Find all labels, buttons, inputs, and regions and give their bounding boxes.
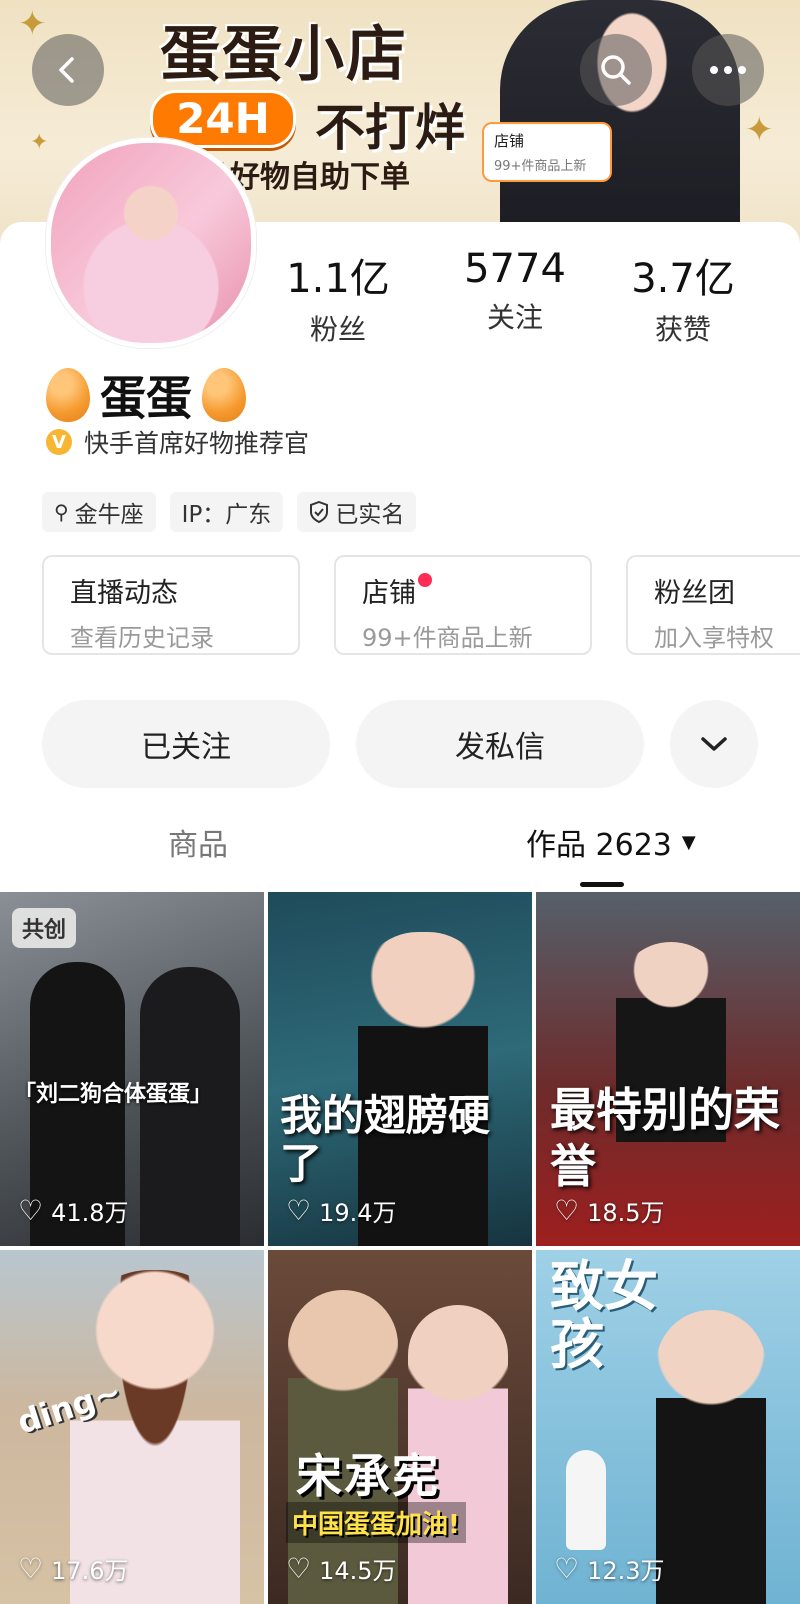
heart-outline-icon: ♡: [286, 1194, 312, 1227]
stat-likes[interactable]: 3.7亿 获赞: [608, 246, 758, 348]
profile-tags: ⚲ 金牛座 IP：广东 已实名: [42, 492, 417, 532]
back-button[interactable]: [32, 34, 104, 106]
video-caption: 我的翅膀硬了: [280, 1091, 491, 1188]
tab-products[interactable]: 商品: [168, 820, 228, 864]
feature-live-history[interactable]: 直播动态 查看历史记录: [42, 555, 300, 655]
stat-fans-label: 粉丝: [309, 313, 366, 346]
more-actions-button[interactable]: [670, 700, 758, 788]
video-tile[interactable]: ding~ ♡ 17.6万: [0, 1250, 264, 1604]
feature-shop[interactable]: 店铺 99+件商品上新: [334, 555, 592, 655]
video-tile[interactable]: 宋承宪 中国蛋蛋加油! ♡ 14.5万: [268, 1250, 532, 1604]
video-likes-count: 41.8万: [51, 1199, 129, 1227]
more-dots-icon: [710, 66, 746, 74]
feature-fan-club[interactable]: 粉丝团 加入享特权: [626, 555, 800, 655]
profile-name: 蛋蛋: [100, 371, 192, 425]
co-create-badge: 共创: [12, 908, 77, 948]
tag-ip-label: IP：广东: [181, 502, 272, 528]
star-decoration-icon: ✦: [18, 4, 47, 44]
feature-shop-subtitle: 99+件商品上新: [362, 624, 533, 652]
star-decoration-icon: ✦: [30, 130, 49, 155]
video-caption: 最特别的荣誉: [550, 1083, 780, 1193]
heart-outline-icon: ♡: [286, 1552, 312, 1585]
search-icon: [601, 55, 631, 85]
tag-verified-identity: 已实名: [297, 492, 417, 532]
verified-badge-icon: V: [46, 429, 72, 455]
banner-shop-tag-title: 店铺: [494, 132, 525, 150]
heart-outline-icon: ♡: [554, 1194, 580, 1227]
video-caption: 「刘二狗合体蛋蛋」: [14, 1082, 213, 1107]
search-button[interactable]: [580, 34, 652, 106]
flower-vase-figure: [566, 1450, 606, 1550]
video-likes: ♡ 12.3万: [554, 1551, 665, 1586]
heart-outline-icon: ♡: [554, 1552, 580, 1585]
heart-outline-icon: ♡: [18, 1194, 44, 1227]
video-tile[interactable]: 共创 「刘二狗合体蛋蛋」 ♡ 41.8万: [0, 892, 264, 1246]
video-caption: 宋承宪: [296, 1449, 440, 1503]
feature-live-subtitle: 查看历史记录: [70, 624, 214, 652]
video-likes: ♡ 19.4万: [286, 1193, 397, 1228]
tag-verified-label: 已实名: [335, 502, 405, 528]
message-button[interactable]: 发私信: [356, 700, 644, 788]
content-tabs: 商品 作品 2623 ▼: [0, 820, 800, 890]
video-tile[interactable]: 致女孩 ♡ 12.3万: [536, 1250, 800, 1604]
tag-ip-location: IP：广东: [169, 492, 284, 532]
stat-following[interactable]: 5774 关注: [440, 246, 590, 336]
tab-works[interactable]: 作品 2623 ▼: [526, 820, 696, 864]
banner-shop-tag-subtitle: 99+件商品上新: [494, 159, 587, 174]
video-likes: ♡ 14.5万: [286, 1551, 397, 1586]
verification-text: 快手首席好物推荐官: [84, 429, 310, 458]
caret-down-icon: ▼: [681, 831, 696, 853]
stat-fans-value: 1.1亿: [286, 256, 390, 302]
more-button[interactable]: [692, 34, 764, 106]
feature-fan-subtitle: 加入享特权: [654, 624, 774, 652]
video-caption-sub: 中国蛋蛋加油!: [286, 1502, 466, 1543]
notification-dot: [418, 573, 432, 587]
avatar[interactable]: [46, 138, 256, 348]
video-likes: ♡ 17.6万: [18, 1551, 129, 1586]
video-tile[interactable]: 我的翅膀硬了 ♡ 19.4万: [268, 892, 532, 1246]
banner-open-text: 不打烊: [315, 99, 465, 157]
chevron-down-icon: [701, 737, 727, 751]
shield-check-icon: [310, 501, 329, 523]
video-likes-count: 19.4万: [319, 1199, 397, 1227]
video-likes-count: 18.5万: [587, 1199, 665, 1227]
egg-emoji-icon: [46, 368, 90, 422]
banner-shop-tag[interactable]: 店铺 99+件商品上新: [482, 122, 612, 182]
video-likes-count: 12.3万: [587, 1557, 665, 1585]
video-caption: 致女孩: [550, 1255, 658, 1376]
verification-row: V 快手首席好物推荐官: [46, 424, 309, 460]
tag-zodiac: ⚲ 金牛座: [42, 492, 156, 532]
active-tab-indicator: [580, 882, 624, 887]
heart-outline-icon: ♡: [18, 1552, 44, 1585]
tag-zodiac-label: 金牛座: [74, 502, 144, 528]
tab-works-label: 作品 2623: [526, 828, 672, 863]
feature-fan-title: 粉丝团: [654, 578, 735, 609]
profile-name-row: 蛋蛋: [46, 362, 246, 428]
zodiac-icon: ⚲: [54, 500, 69, 524]
feature-shop-title: 店铺: [362, 578, 416, 609]
video-likes-count: 14.5万: [319, 1557, 397, 1585]
star-decoration-icon: ✦: [745, 110, 774, 150]
stat-likes-value: 3.7亿: [631, 256, 735, 302]
egg-emoji-icon: [202, 368, 246, 422]
video-tile[interactable]: 最特别的荣誉 ♡ 18.5万: [536, 892, 800, 1246]
stat-following-value: 5774: [464, 246, 566, 292]
video-likes: ♡ 18.5万: [554, 1193, 665, 1228]
stat-fans[interactable]: 1.1亿 粉丝: [263, 246, 413, 348]
banner-shop-title: 蛋蛋小店: [160, 20, 408, 90]
back-chevron-icon: [59, 57, 74, 83]
video-likes-count: 17.6万: [51, 1557, 129, 1585]
stat-following-label: 关注: [486, 301, 543, 334]
stat-likes-label: 获赞: [654, 313, 711, 346]
feature-live-title: 直播动态: [70, 578, 178, 609]
followed-button[interactable]: 已关注: [42, 700, 330, 788]
video-likes: ♡ 41.8万: [18, 1193, 129, 1228]
